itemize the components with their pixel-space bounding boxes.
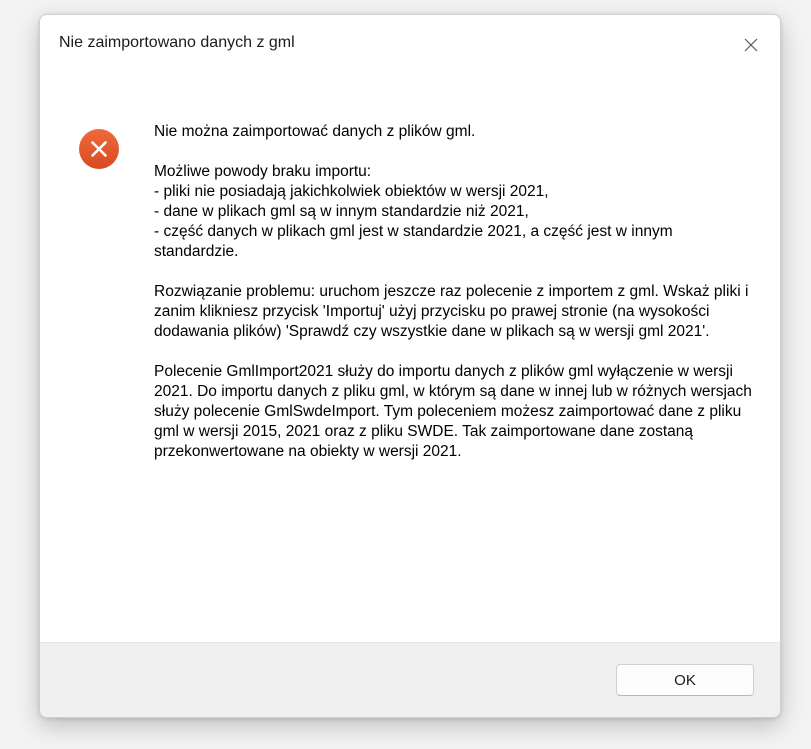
close-button[interactable]	[722, 15, 780, 75]
message-reasons: Możliwe powody braku importu: - pliki ni…	[154, 163, 673, 260]
dialog-title: Nie zaimportowano danych z gml	[59, 34, 295, 51]
dialog-footer: OK	[40, 642, 780, 717]
message-info: Polecenie GmlImport2021 służy do importu…	[154, 363, 752, 460]
error-icon	[79, 129, 119, 169]
message-solution: Rozwiązanie problemu: uruchom jeszcze ra…	[154, 283, 749, 340]
close-icon	[744, 38, 758, 52]
ok-button[interactable]: OK	[616, 664, 754, 696]
dialog-content: Nie można zaimportować danych z plików g…	[40, 75, 780, 643]
dialog-titlebar[interactable]: Nie zaimportowano danych z gml	[40, 15, 780, 75]
message-headline: Nie można zaimportować danych z plików g…	[154, 123, 476, 140]
error-dialog: Nie zaimportowano danych z gml Nie można…	[39, 14, 781, 718]
message-body: Nie można zaimportować danych z plików g…	[154, 122, 754, 462]
